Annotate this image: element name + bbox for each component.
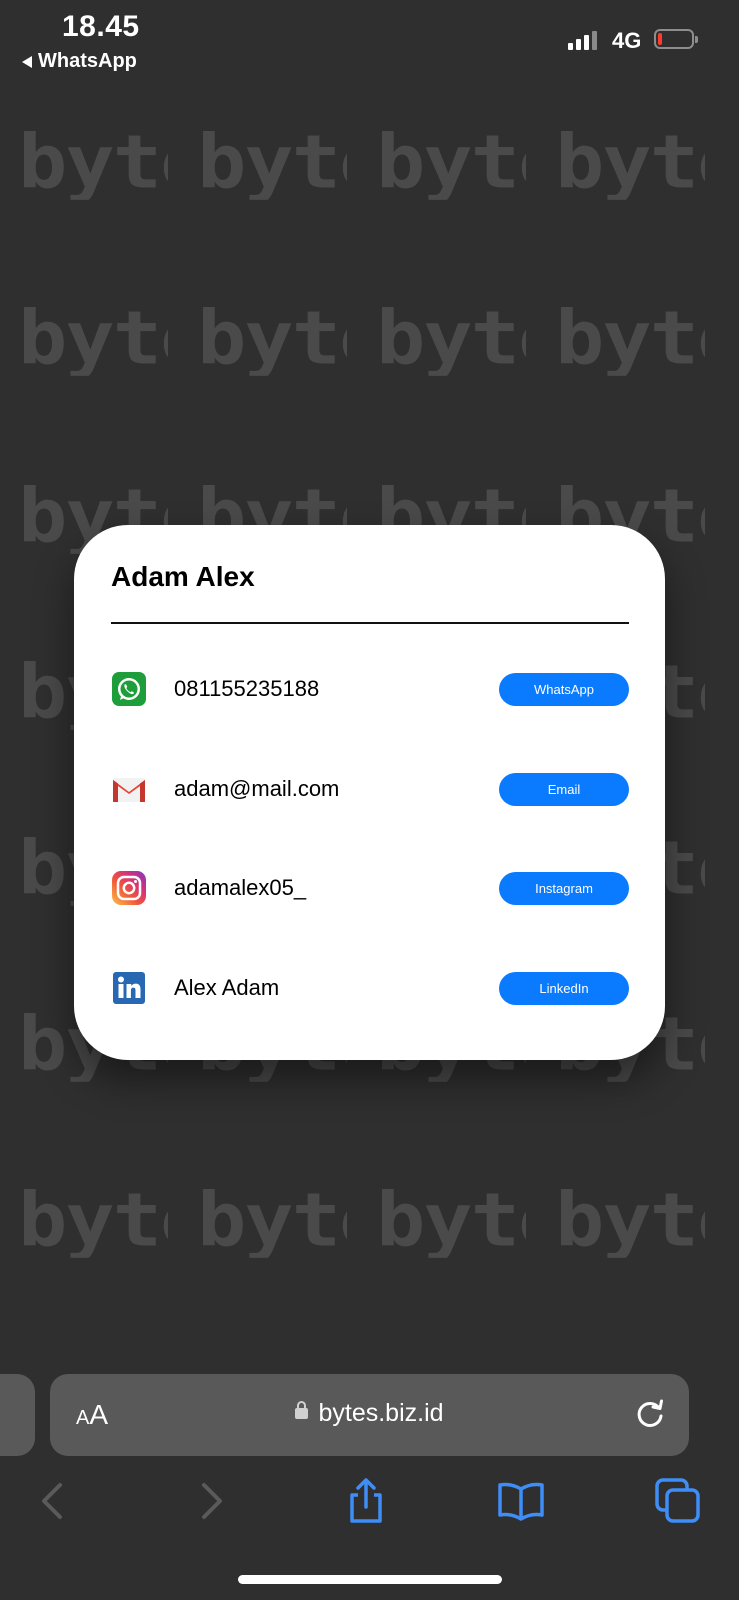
home-indicator[interactable]: [238, 1575, 502, 1584]
network-type: 4G: [612, 28, 642, 53]
watermark-text: bytes: [734, 1184, 739, 1258]
watermark-row: bytes bytes bytes bytes bytes: [18, 298, 739, 380]
contact-row-linkedin: Alex Adam LinkedIn: [111, 968, 629, 1008]
watermark-text: bytes: [18, 302, 168, 376]
contact-row-email: adam@mail.com Email: [111, 769, 629, 809]
instagram-handle: adamalex05_: [174, 875, 307, 900]
watermark-text: bytes: [734, 832, 739, 906]
whatsapp-button[interactable]: WhatsApp: [499, 672, 629, 706]
url-text: bytes.biz.id: [318, 1399, 444, 1427]
contact-name: Adam Alex: [111, 561, 255, 592]
watermark-text: bytes: [734, 1008, 739, 1082]
watermark-text: bytes: [376, 126, 526, 200]
address-bar[interactable]: AA bytes.biz.id: [50, 1374, 689, 1456]
whatsapp-icon: [112, 672, 146, 706]
title-divider: [111, 622, 629, 624]
watermark-text: bytes: [555, 1184, 705, 1258]
email-address: adam@mail.com: [174, 776, 340, 801]
status-bar: 18.45 WhatsApp 4G: [0, 0, 739, 80]
email-button[interactable]: Email: [499, 772, 629, 806]
battery-level-fill: [658, 33, 662, 45]
watermark-row: bytes bytes bytes bytes bytes: [18, 122, 739, 204]
lock-icon: [295, 1401, 309, 1419]
contact-row-instagram: adamalex05_ Instagram: [111, 868, 629, 908]
watermark-text: bytes: [18, 126, 168, 200]
contact-card: Adam Alex 081155235188 WhatsApp adam@mai…: [74, 525, 665, 1060]
watermark-row: bytes bytes bytes bytes bytes: [18, 1180, 739, 1262]
bookmarks-icon[interactable]: [496, 1476, 546, 1526]
linkedin-name: Alex Adam: [174, 975, 280, 1000]
watermark-text: bytes: [734, 656, 739, 730]
watermark-text: bytes: [376, 1184, 526, 1258]
linkedin-button[interactable]: LinkedIn: [499, 971, 629, 1005]
share-icon[interactable]: [341, 1476, 391, 1526]
watermark-text: bytes: [555, 126, 705, 200]
battery-icon: [654, 29, 698, 49]
watermark-text: bytes: [734, 126, 739, 200]
back-triangle-icon: [22, 55, 32, 68]
previous-tab-peek[interactable]: [0, 1374, 35, 1456]
instagram-icon: [112, 871, 146, 905]
instagram-button[interactable]: Instagram: [499, 871, 629, 905]
cellular-signal-icon: [568, 30, 597, 50]
watermark-text: bytes: [555, 302, 705, 376]
clock: 18.45: [62, 10, 140, 43]
forward-icon[interactable]: [186, 1476, 236, 1526]
back-to-app-link[interactable]: WhatsApp: [22, 50, 137, 73]
watermark-text: bytes: [734, 480, 739, 554]
watermark-text: bytes: [376, 302, 526, 376]
watermark-text: bytes: [18, 1184, 168, 1258]
reload-icon[interactable]: [633, 1396, 667, 1430]
contact-row-whatsapp: 081155235188 WhatsApp: [111, 669, 629, 709]
watermark-text: bytes: [197, 302, 347, 376]
gmail-icon: [113, 778, 145, 802]
watermark-text: bytes: [734, 302, 739, 376]
whatsapp-number: 081155235188: [174, 676, 320, 701]
tabs-icon[interactable]: [653, 1476, 703, 1526]
back-app-label: WhatsApp: [38, 50, 137, 72]
back-icon[interactable]: [28, 1476, 78, 1526]
watermark-text: bytes: [197, 1184, 347, 1258]
url-field[interactable]: bytes.biz.id: [50, 1399, 689, 1428]
linkedin-icon: [113, 972, 145, 1004]
watermark-text: bytes: [197, 126, 347, 200]
